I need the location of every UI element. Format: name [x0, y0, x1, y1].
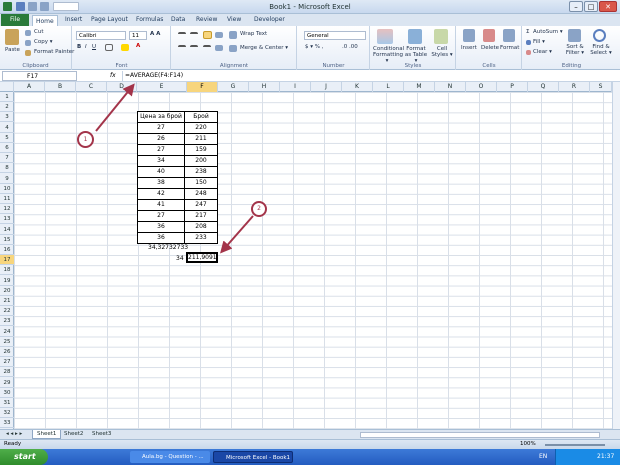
horizontal-scrollbar[interactable]	[360, 432, 600, 438]
taskbar-item-excel[interactable]: Microsoft Excel - Book1	[213, 451, 293, 463]
sheet-tab-bar: ◂ ◂ ▸ ▸ Sheet1 Sheet2 Sheet3	[0, 429, 620, 439]
clock[interactable]: 21:37	[597, 453, 614, 460]
sheet-tab-sheet2[interactable]: Sheet2	[60, 430, 87, 439]
callout-1-arrow	[95, 83, 135, 132]
status-ready: Ready	[4, 441, 22, 447]
sheet-tab-sheet1[interactable]: Sheet1	[32, 430, 62, 439]
annotation-arrows	[95, 83, 254, 254]
zoom-slider[interactable]	[545, 444, 605, 446]
taskbar-item-browser[interactable]: Aula.bg - Question - ...	[130, 451, 210, 463]
callout-2-arrow	[220, 215, 254, 254]
callout-2: 2	[251, 201, 267, 217]
zoom-level[interactable]: 100%	[520, 441, 536, 447]
status-bar: Ready 100%	[0, 439, 620, 449]
language-indicator[interactable]: EN	[539, 453, 547, 460]
windows-taskbar: start Aula.bg - Question - ... Microsoft…	[0, 449, 620, 465]
sheet-tab-sheet3[interactable]: Sheet3	[88, 430, 115, 439]
start-button[interactable]: start	[0, 449, 48, 465]
sheet-nav-icon[interactable]: ◂ ◂ ▸ ▸	[2, 430, 26, 439]
callout-1: 1	[77, 131, 94, 148]
